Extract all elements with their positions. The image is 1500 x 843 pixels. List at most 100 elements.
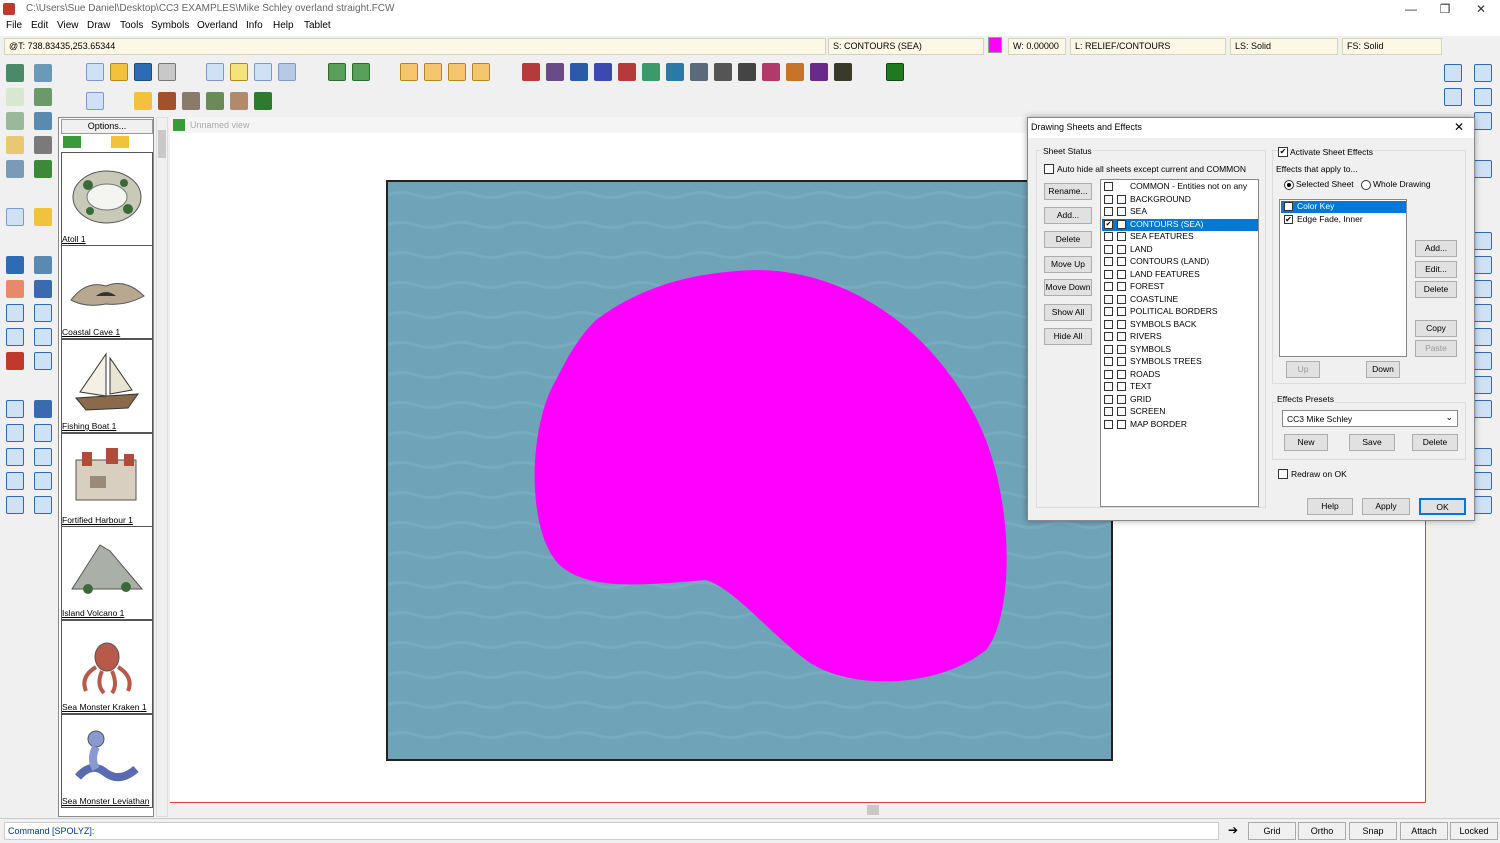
layer-field[interactable]: L: RELIEF/CONTOURS <box>1070 38 1226 55</box>
sheet-active-checkbox[interactable] <box>1104 369 1113 379</box>
style-icon-2[interactable] <box>546 63 564 81</box>
sheet-active-checkbox[interactable] <box>1104 332 1113 341</box>
preset-save-button[interactable]: Save <box>1349 434 1395 451</box>
cross-draw-icon[interactable] <box>1474 472 1492 490</box>
path-draw-icon[interactable] <box>1474 496 1492 514</box>
sheet-row[interactable]: SEA <box>1102 206 1258 219</box>
sheet-hidden-checkbox[interactable] <box>1117 294 1126 304</box>
symbol-fishing-boat[interactable]: Fishing Boat 1 <box>61 339 153 433</box>
grid-settings-icon[interactable] <box>6 88 24 106</box>
style-icon-10[interactable] <box>738 63 756 81</box>
mountain-icon[interactable] <box>182 92 200 110</box>
import-icon[interactable] <box>328 63 346 81</box>
sheet-row[interactable]: GRID <box>1102 394 1258 407</box>
sheet-row[interactable]: TEXT <box>1102 381 1258 394</box>
sheet-row[interactable]: POLITICAL BORDERS <box>1102 306 1258 319</box>
document-icon[interactable] <box>254 63 272 81</box>
sheet-active-checkbox[interactable] <box>1104 407 1113 416</box>
style-icon-6[interactable] <box>642 63 660 81</box>
sheet-active-checkbox[interactable] <box>1104 344 1113 354</box>
shape-draw-icon[interactable] <box>1474 328 1492 346</box>
polygon-draw-icon[interactable] <box>1474 256 1492 274</box>
circle-draw-icon[interactable] <box>1474 280 1492 298</box>
sheet-hidden-checkbox[interactable] <box>1117 219 1126 229</box>
activate-effects-checkbox[interactable]: ✔ <box>1278 147 1288 157</box>
export-icon[interactable] <box>352 63 370 81</box>
sheet-hidden-checkbox[interactable] <box>1117 269 1126 279</box>
effects-list[interactable]: Color Key ✔ Edge Fade, Inner <box>1279 199 1407 357</box>
sheet-active-checkbox[interactable] <box>1104 319 1113 329</box>
stretch-icon[interactable] <box>34 352 52 370</box>
grid-toggle[interactable]: Grid <box>1248 822 1296 840</box>
cursor-mode-icon[interactable]: ➔ <box>1228 823 1244 839</box>
canvas-hscrollbar[interactable] <box>170 803 1426 817</box>
catalog-forward-icon[interactable] <box>448 63 466 81</box>
sheet-row[interactable]: COMMON - Entities not on any <box>1102 181 1258 194</box>
whole-drawing-radio[interactable] <box>1361 180 1371 190</box>
sheet-row[interactable]: ✔ CONTOURS (SEA) <box>1102 218 1258 231</box>
color-swatch[interactable] <box>988 37 1002 53</box>
sheet-active-checkbox[interactable] <box>1104 394 1113 404</box>
sheet-hidden-checkbox[interactable] <box>1117 394 1126 404</box>
menu-tools[interactable]: Tools <box>120 20 143 31</box>
sheet-row[interactable]: SCREEN <box>1102 406 1258 419</box>
new-file-icon[interactable] <box>86 63 104 81</box>
sheet-hidden-checkbox[interactable] <box>1117 282 1126 291</box>
sheet-active-checkbox[interactable] <box>1104 244 1113 254</box>
line-style-field[interactable]: LS: Solid <box>1230 38 1338 55</box>
intersect-icon[interactable] <box>34 496 52 514</box>
symbol-island-volcano[interactable]: Island Volcano 1 <box>61 526 153 620</box>
window-icon[interactable] <box>34 112 52 130</box>
symbol-atoll[interactable]: Atoll 1 <box>61 152 153 246</box>
break-icon[interactable] <box>6 424 24 442</box>
sheet-active-checkbox[interactable] <box>1104 269 1113 279</box>
sheet-active-checkbox[interactable] <box>1104 182 1113 191</box>
sheet-active-checkbox[interactable] <box>1104 282 1113 291</box>
sheet-active-checkbox[interactable] <box>1104 294 1113 304</box>
notes-icon[interactable] <box>230 63 248 81</box>
smooth-draw-icon[interactable] <box>1474 352 1492 370</box>
move-icon[interactable] <box>6 328 24 346</box>
sheet-hidden-checkbox[interactable] <box>1117 332 1126 341</box>
sheet-hidden-checkbox[interactable] <box>1117 232 1126 241</box>
symbol-sea-monster-leviathan[interactable]: Sea Monster Leviathan <box>61 714 153 808</box>
sheet-active-checkbox[interactable] <box>1104 257 1113 266</box>
sheet-active-checkbox[interactable] <box>1104 307 1113 316</box>
zoom-window-icon[interactable] <box>1444 64 1462 82</box>
style-icon-4[interactable] <box>594 63 612 81</box>
style-icon-11[interactable] <box>762 63 780 81</box>
sheet-row[interactable]: ROADS <box>1102 369 1258 382</box>
menu-info[interactable]: Info <box>246 20 263 31</box>
menu-help[interactable]: Help <box>273 20 294 31</box>
tree-icon[interactable] <box>254 92 272 110</box>
menu-tablet[interactable]: Tablet <box>304 20 331 31</box>
extend-icon[interactable] <box>6 448 24 466</box>
sheet-hidden-checkbox[interactable] <box>1117 319 1126 329</box>
feather-icon[interactable] <box>206 92 224 110</box>
effect-up-button[interactable]: Up <box>1286 361 1320 378</box>
line-icon[interactable] <box>6 496 24 514</box>
line-draw-icon[interactable] <box>1474 448 1492 466</box>
move-down-button[interactable]: Move Down <box>1044 279 1092 296</box>
array-icon[interactable] <box>34 304 52 322</box>
close-window-button[interactable]: ✕ <box>1462 0 1500 18</box>
dialog-close-icon[interactable]: ✕ <box>1454 120 1464 134</box>
eraser-icon[interactable] <box>6 280 24 298</box>
tools-icon[interactable] <box>34 136 52 154</box>
hide-all-button[interactable]: Hide All <box>1044 328 1092 345</box>
add-sheet-button[interactable]: Add... <box>1044 207 1092 224</box>
command-line[interactable]: Command [SPOLYZ]: <box>4 822 1219 840</box>
options-button[interactable]: Options... <box>61 119 153 134</box>
sheet-active-checkbox[interactable] <box>1104 357 1113 366</box>
save-icon[interactable] <box>134 63 152 81</box>
effect-add-button[interactable]: Add... <box>1415 240 1457 257</box>
sheet-hidden-checkbox[interactable] <box>1117 357 1126 366</box>
style-icon-8[interactable] <box>690 63 708 81</box>
width-field[interactable]: W: 0.00000 <box>1008 38 1066 55</box>
effect-checkbox[interactable] <box>1284 202 1293 211</box>
sheet-hidden-checkbox[interactable] <box>1117 407 1126 416</box>
sheet-hidden-checkbox[interactable] <box>1117 244 1126 254</box>
sheet-field[interactable]: S: CONTOURS (SEA) <box>828 38 984 55</box>
sheet-row[interactable]: SYMBOLS BACK <box>1102 319 1258 332</box>
flag-icon[interactable] <box>134 92 152 110</box>
